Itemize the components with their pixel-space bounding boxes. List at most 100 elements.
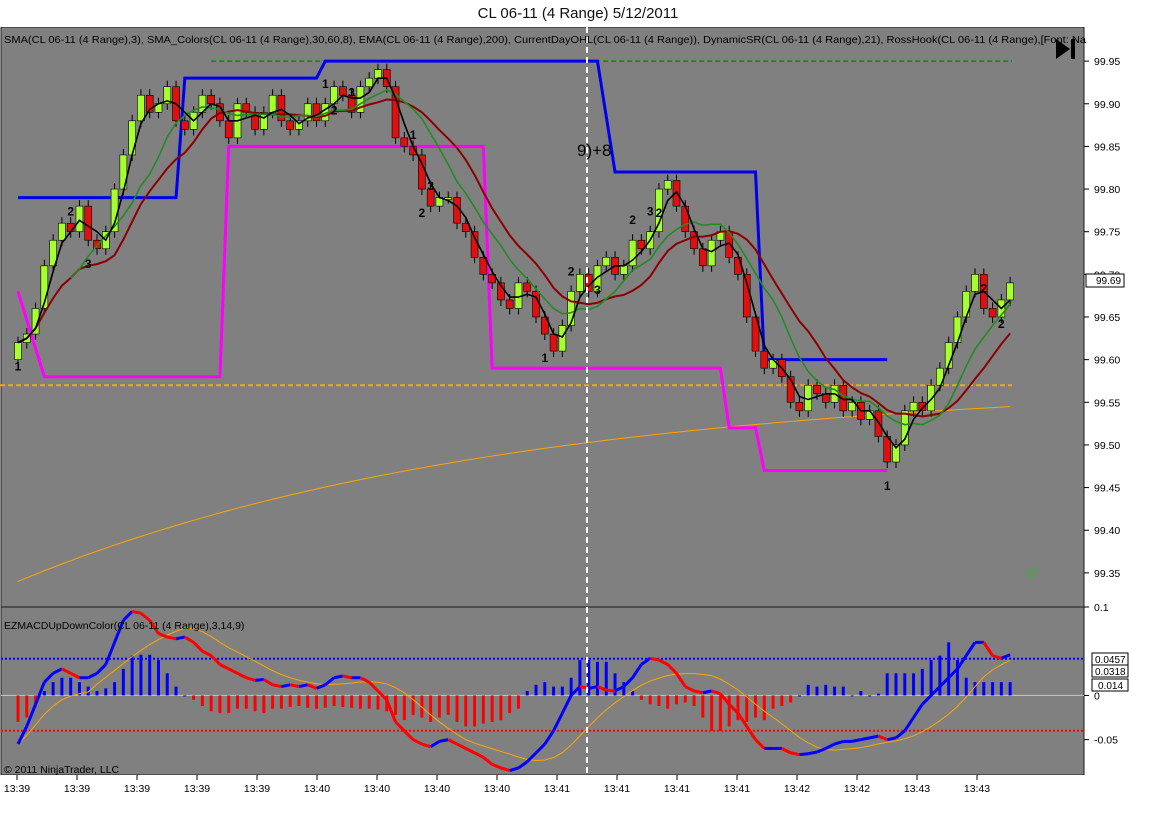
candle — [505, 299, 514, 309]
candle — [549, 333, 558, 352]
macd-histogram-bar — [104, 688, 108, 696]
candle — [927, 384, 935, 412]
rosshook-label: 2 — [419, 206, 426, 220]
chart-title: CL 06-11 (4 Range) 5/12/2011 — [0, 0, 1156, 27]
rosshook-label: 2 — [980, 281, 987, 295]
x-tick-label: 13:40 — [304, 783, 330, 795]
candle — [58, 222, 66, 241]
macd-histogram-bar — [113, 682, 117, 696]
candle — [988, 308, 997, 318]
y-tick-label: 99.80 — [1094, 184, 1120, 196]
candle — [620, 265, 628, 275]
y-tick-label: 99.60 — [1094, 355, 1120, 367]
macd-histogram-bar — [534, 684, 538, 696]
macd-histogram-bar — [499, 695, 503, 721]
macd-line-segment — [588, 685, 598, 690]
macd-line-segment — [869, 734, 879, 740]
x-tick-label: 13:39 — [4, 783, 30, 795]
macd-histogram-bar — [148, 654, 152, 696]
corner-label: 0" — [1027, 565, 1040, 581]
candle — [707, 239, 716, 267]
macd-line-segment — [175, 635, 186, 641]
candle — [400, 137, 409, 147]
x-tick-label: 13:43 — [904, 783, 930, 795]
svg-text:99.69: 99.69 — [1096, 276, 1121, 287]
macd-value-box: 0.0318 — [1091, 664, 1129, 678]
candle — [663, 180, 672, 190]
macd-histogram-bar — [209, 695, 213, 712]
macd-histogram-bar — [806, 684, 810, 696]
macd-histogram-bar — [666, 695, 670, 709]
macd-histogram-bar — [306, 695, 310, 708]
candle — [523, 282, 532, 292]
macd-histogram-bar — [288, 695, 292, 707]
candle — [181, 120, 189, 130]
macd-histogram-bar — [762, 695, 766, 721]
macd-line-segment — [298, 683, 309, 689]
macd-histogram-bar — [323, 695, 327, 708]
rosshook-label: 3 — [647, 205, 654, 219]
rosshook-label: 1 — [15, 360, 22, 374]
macd-histogram-bar — [833, 686, 837, 696]
macd-histogram-bar — [490, 695, 494, 722]
macd-line-segment — [289, 683, 300, 689]
macd-histogram-bar — [446, 695, 450, 715]
macd-histogram-bar — [437, 695, 441, 718]
candle — [602, 256, 611, 267]
candle — [207, 94, 215, 105]
candle — [75, 205, 84, 233]
macd-histogram-bar — [25, 695, 29, 718]
rosshook-label: 1 — [884, 479, 891, 493]
macd-histogram-bar — [183, 695, 187, 697]
macd-histogram-bar — [51, 682, 55, 696]
macd-histogram-bar — [841, 686, 845, 696]
y-tick-label: 99.90 — [1094, 99, 1120, 111]
candle — [699, 248, 707, 267]
macd-histogram-bar — [350, 695, 354, 708]
macd-line-segment — [254, 678, 264, 682]
macd-value-box: 0.014 — [1091, 678, 1129, 692]
macd-histogram-bar — [815, 686, 819, 696]
macd-line-segment — [342, 674, 352, 680]
macd-line-segment — [807, 750, 818, 756]
x-tick-label: 13:41 — [604, 783, 630, 795]
macd-histogram-bar — [279, 695, 283, 709]
candle — [909, 401, 918, 412]
macd-line-segment — [439, 738, 449, 743]
macd-histogram-bar — [200, 695, 204, 707]
macd-histogram-bar — [876, 693, 880, 696]
candle — [268, 94, 277, 113]
macd-histogram-bar — [69, 677, 73, 696]
macd-value-box: 0.0457 — [1091, 652, 1129, 666]
macd-histogram-bar — [60, 677, 64, 696]
macd-histogram-bar — [516, 695, 520, 709]
macd-tick-label: 0.1 — [1094, 602, 1109, 614]
macd-histogram-bar — [402, 695, 406, 721]
macd-histogram-bar — [192, 695, 196, 700]
macd-line-segment — [851, 738, 862, 743]
svg-text:0.0457: 0.0457 — [1095, 655, 1126, 666]
macd-histogram-bar — [552, 686, 556, 696]
macd-histogram-bar — [1008, 682, 1012, 696]
candle — [365, 77, 374, 88]
rosshook-label: 3 — [85, 257, 92, 271]
rosshook-label: 2 — [67, 205, 74, 219]
macd-histogram-bar — [885, 673, 889, 696]
macd-histogram-bar — [560, 686, 564, 696]
candle — [795, 401, 804, 412]
x-tick-label: 13:41 — [664, 783, 690, 795]
x-tick-label: 13:40 — [484, 783, 510, 795]
time-axis[interactable] — [0, 775, 1156, 821]
macd-legend: EZMACDUpDownColor(CL 06-11 (4 Range),3,1… — [4, 620, 244, 632]
macd-histogram-bar — [315, 695, 319, 709]
rosshook-label: 3 — [594, 283, 601, 297]
macd-histogram-bar — [710, 695, 714, 731]
current-price-marker: 99.69 — [1085, 273, 1125, 288]
macd-histogram-bar — [367, 695, 371, 709]
macd-histogram-bar — [982, 682, 986, 696]
annotation-label: 9)+8 — [577, 141, 612, 160]
chart-area[interactable]: 12312313212323 2122 99.9599.9099.8599.809… — [0, 27, 1156, 821]
macd-histogram-bar — [130, 655, 134, 696]
macd-histogram-bar — [639, 695, 643, 700]
macd-histogram-bar — [789, 695, 793, 703]
